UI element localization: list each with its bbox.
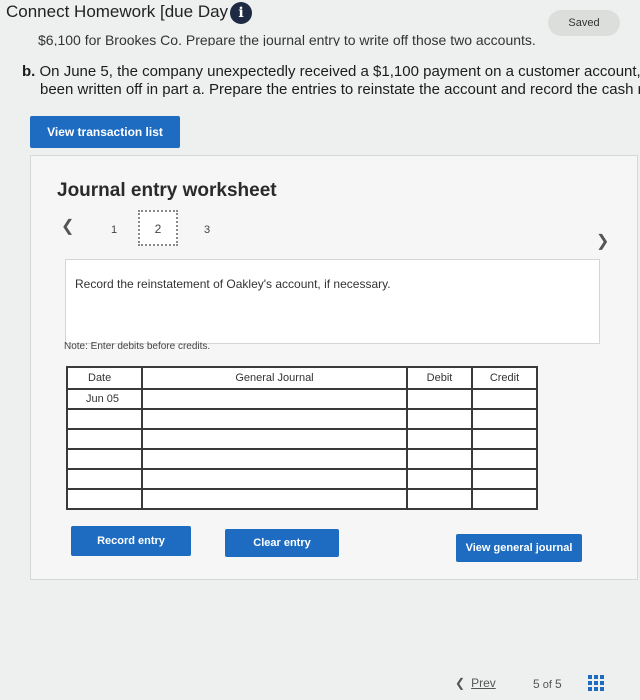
page-indicator: 5 of 5 [533,677,562,691]
view-transaction-list-button[interactable]: View transaction list [30,116,180,148]
header-credit: Credit [471,366,538,390]
table-row [66,408,538,430]
question-cut-line: $6,100 for Brookes Co. Prepare the journ… [38,34,536,46]
debit-cell[interactable] [406,408,473,430]
table-row [66,488,538,510]
debit-cell[interactable] [406,488,473,510]
date-cell[interactable] [66,488,143,510]
view-general-journal-button[interactable]: View general journal [456,534,582,562]
credit-cell[interactable] [471,408,538,430]
instruction-text: Record the reinstatement of Oakley's acc… [75,277,391,291]
account-cell[interactable] [141,448,408,470]
header-general-journal: General Journal [141,366,408,390]
account-cell[interactable] [141,388,408,410]
step-2-active[interactable]: 2 [138,210,178,246]
page-total: 5 [555,677,562,691]
info-icon[interactable]: i [230,2,252,24]
credit-cell[interactable] [471,468,538,490]
prev-label: Prev [471,676,496,690]
step-3[interactable]: 3 [204,224,210,236]
credit-cell[interactable] [471,428,538,450]
grid-icon[interactable] [588,675,604,691]
header-date: Date [66,366,143,390]
chevron-left-icon[interactable]: ❮ [61,216,74,236]
debit-cell[interactable] [406,448,473,470]
account-cell[interactable] [141,428,408,450]
assignment-title: Connect Homework [due Day 7] [6,2,247,21]
prev-button[interactable]: ❮ Prev [455,676,496,690]
step-1[interactable]: 1 [111,224,117,236]
date-cell[interactable] [66,408,143,430]
date-cell[interactable]: Jun 05 [66,388,143,410]
table-row: Jun 05 [66,388,538,410]
debit-cell[interactable] [406,428,473,450]
journal-table: Date General Journal Debit Credit Jun 05 [66,366,538,510]
top-bar: Connect Homework [due Day 7] i Saved [0,0,640,36]
page-of: of [542,679,552,691]
chevron-left-icon: ❮ [455,676,466,690]
date-cell[interactable] [66,428,143,450]
worksheet-title: Journal entry worksheet [57,180,277,201]
page-current: 5 [533,677,540,691]
clear-entry-button[interactable]: Clear entry [225,529,339,557]
part-letter: b. [22,63,36,80]
table-row [66,428,538,450]
account-cell[interactable] [141,488,408,510]
record-entry-button[interactable]: Record entry [71,526,191,556]
question-part-b-text1: On June 5, the company unexpectedly rece… [39,63,640,80]
credit-cell[interactable] [471,448,538,470]
header-debit: Debit [406,366,473,390]
table-row [66,468,538,490]
saved-status-badge: Saved [548,10,620,36]
account-cell[interactable] [141,408,408,430]
chevron-right-icon[interactable]: ❯ [596,231,609,251]
debit-cell[interactable] [406,468,473,490]
table-header-row: Date General Journal Debit Credit [66,366,538,390]
table-row [66,448,538,470]
date-cell[interactable] [66,448,143,470]
question-part-b-line1: b. On June 5, the company unexpectedly r… [22,63,640,81]
debit-cell[interactable] [406,388,473,410]
instruction-box: Record the reinstatement of Oakley's acc… [65,259,600,344]
credit-cell[interactable] [471,488,538,510]
account-cell[interactable] [141,468,408,490]
credit-cell[interactable] [471,388,538,410]
date-cell[interactable] [66,468,143,490]
question-part-b-line2: been written off in part a. Prepare the … [40,81,640,98]
journal-entry-worksheet: Journal entry worksheet ❮ 1 2 3 ❯ Record… [30,155,638,580]
note-text: Note: Enter debits before credits. [64,341,211,352]
